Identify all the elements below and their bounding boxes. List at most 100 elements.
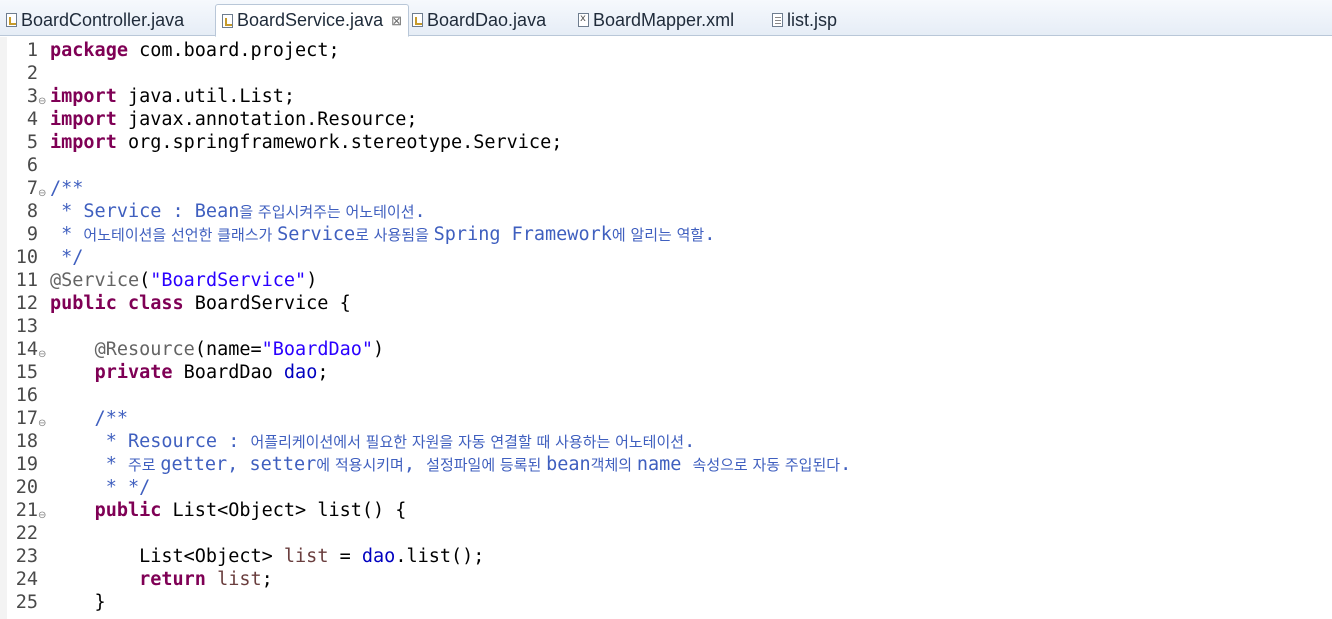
tab-board-controller[interactable]: BoardController.java [6,4,184,36]
jsp-file-icon [772,13,783,27]
code-token: List<Object> [50,546,284,567]
line-number: 16 [15,385,38,406]
code-token: ( [139,270,151,291]
java-file-icon [222,13,233,28]
code-text: private BoardDao dao; [50,361,329,384]
code-token: 에 적용시키며 [316,456,404,474]
code-line[interactable]: 11 @Service("BoardService") [0,269,1332,292]
code-text: package com.board.project; [50,39,340,62]
tab-label: list.jsp [787,9,838,30]
code-token: BoardDao [172,362,284,383]
line-number: 10 [15,247,38,268]
code-line[interactable]: 8 * Service : Bean을 주입시켜주는 어노테이션. [0,200,1332,223]
code-line[interactable]: 7 ⊖/** [0,177,1332,200]
line-number: 19 [15,454,38,475]
code-line[interactable]: 21 ⊖ public List<Object> list() { [0,499,1332,522]
code-token: 속성으로 자동 주입된다 [692,456,841,474]
code-line[interactable]: 15 private BoardDao dao; [0,361,1332,384]
code-text: @Resource(name="BoardDao") [50,338,385,361]
code-token: list [217,569,262,590]
code-token: dao [361,546,396,567]
code-editor[interactable]: 1 package com.board.project; 2 3 ⊖ import jav… [0,37,1332,619]
line-number: 9 [26,224,38,245]
tab-board-mapper[interactable]: BoardMapper.xml [578,4,734,36]
code-text: List<Object> list = dao.list(); [50,545,484,568]
tab-label: BoardController.java [21,9,185,30]
code-token: javax.annotation.Resource; [116,109,418,130]
code-line[interactable]: 4 import javax.annotation.Resource; [0,108,1332,131]
code-token: "BoardDao" [261,339,374,360]
code-line[interactable]: 14 ⊖ @Resource(name="BoardDao") [0,338,1332,361]
code-line[interactable]: 24 return list; [0,568,1332,591]
code-line[interactable]: 23 List<Object> list = dao.list(); [0,545,1332,568]
line-number: 3 [26,86,38,107]
code-token: , [403,454,427,475]
code-line[interactable]: 10 */ [0,246,1332,269]
line-number: 21 [15,500,38,521]
code-token: BoardService { [183,293,351,314]
code-token: name [636,454,693,475]
tab-label: BoardService.java [237,10,384,30]
line-number: 5 [26,132,38,153]
code-token: ; [317,362,329,383]
editor-tab-bar: BoardController.java BoardService.java ⊠… [0,0,1332,37]
code-token: public class [50,293,184,314]
code-line[interactable]: 3 ⊖ import java.util.List; [0,85,1332,108]
code-line[interactable]: 5 import org.springframework.stereotype.S… [0,131,1332,154]
code-token: /** [50,178,84,199]
line-number: 1 [26,40,38,61]
code-line[interactable]: 16 [0,384,1332,407]
code-token: 어플리케이션에서 필요한 자원을 자동 연결할 때 사용하는 어노테이션 [250,433,685,451]
java-file-icon [6,13,17,27]
code-token: package [50,40,128,61]
code-text: @Service("BoardService") [50,269,317,292]
tab-label: BoardDao.java [427,9,547,30]
close-icon[interactable]: ⊠ [391,13,402,29]
code-line[interactable]: 17 ⊖ /** [0,407,1332,430]
code-token: } [50,592,106,613]
code-token: private [94,362,173,383]
code-text: * 어노테이션을 선언한 클래스가 Service로 사용됨을 Spring F… [50,223,715,247]
code-text: } [50,591,106,614]
code-line[interactable]: 9 * 어노테이션을 선언한 클래스가 Service로 사용됨을 Spring… [0,223,1332,246]
code-line[interactable]: 1 package com.board.project; [0,39,1332,62]
line-number: 25 [15,592,38,613]
code-text: import org.springframework.stereotype.Se… [50,131,562,154]
code-token: * [50,454,128,475]
code-token: . [684,431,696,452]
code-line[interactable]: 13 [0,315,1332,338]
code-line[interactable]: 19 * 주로 getter, setter에 적용시키며, 설정파일에 등록된… [0,453,1332,476]
tab-board-dao[interactable]: BoardDao.java [412,4,546,36]
code-token: 객체의 [590,456,637,474]
tab-board-service[interactable]: BoardService.java ⊠ [215,4,409,37]
line-number: 7 [26,178,38,199]
code-token: 주로 [127,456,161,474]
code-token: com.board.project; [127,40,340,61]
tab-list-jsp[interactable]: list.jsp [772,4,837,36]
code-line[interactable]: 22 [0,522,1332,545]
code-token: import [50,109,117,130]
code-line[interactable]: 25 } [0,591,1332,614]
code-line[interactable]: 12 public class BoardService { [0,292,1332,315]
code-line[interactable]: 20 * */ [0,476,1332,499]
java-file-icon [412,13,423,27]
code-text: * */ [50,476,151,499]
code-line[interactable]: 6 [0,154,1332,177]
code-token: import [50,132,117,153]
code-token: Spring Framework [433,224,612,245]
code-line[interactable]: 18 * Resource : 어플리케이션에서 필요한 자원을 자동 연결할 … [0,430,1332,453]
code-token: ; [261,569,273,590]
code-text: /** [50,177,83,200]
code-token: bean [546,454,591,475]
code-line[interactable]: 2 [0,62,1332,85]
code-token: @Service [50,270,140,291]
code-token: /** [50,408,128,429]
code-text: import java.util.List; [50,85,295,108]
tab-label: BoardMapper.xml [593,9,735,30]
line-number: 6 [26,155,38,176]
code-token: 로 사용됨을 [355,226,434,244]
line-number: 11 [15,270,38,291]
code-token: ) [306,270,318,291]
